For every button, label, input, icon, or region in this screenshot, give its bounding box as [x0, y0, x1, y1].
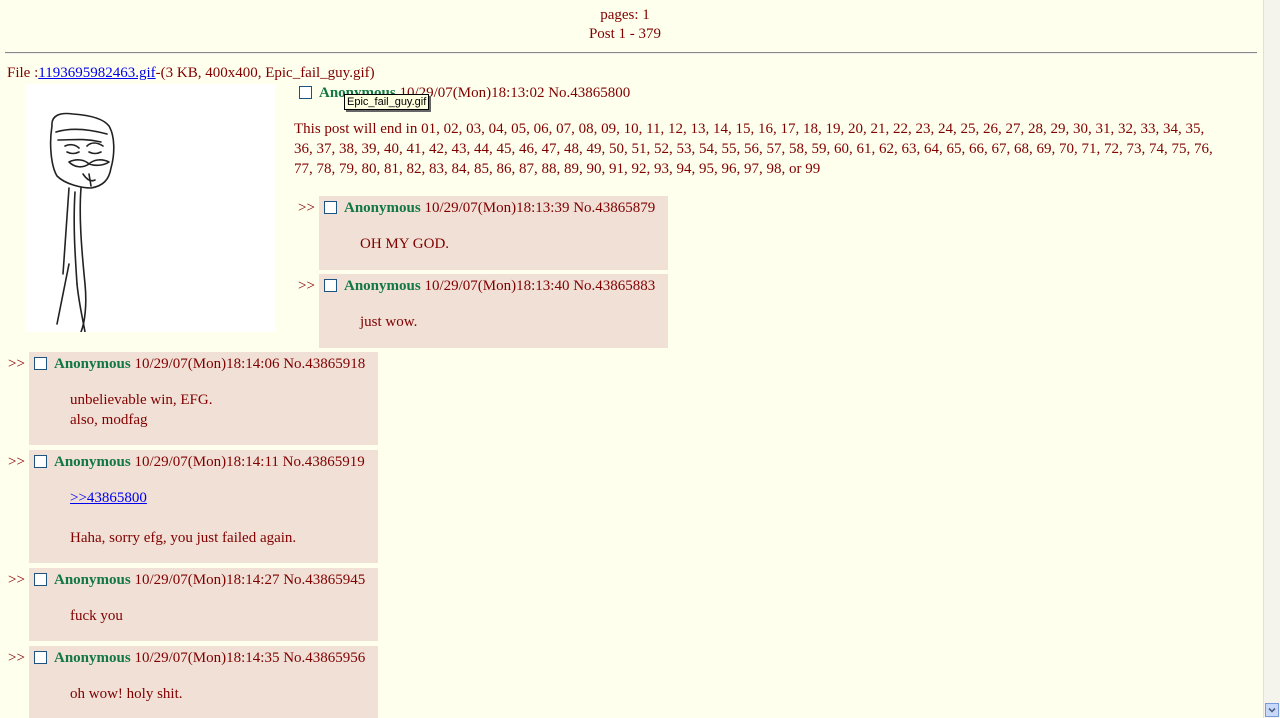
reply-datetime: 10/29/07(Mon)18:13:39 [424, 200, 570, 216]
reply-post-number[interactable]: No.43865919 [283, 454, 365, 470]
reply-checkbox[interactable] [34, 455, 47, 468]
reply-checkbox[interactable] [34, 651, 47, 664]
reply-post-number[interactable]: No.43865879 [573, 200, 655, 216]
reply-name: Anonymous [54, 356, 131, 372]
reply-post: Anonymous 10/29/07(Mon)18:14:11 No.43865… [29, 450, 378, 563]
posts-range: Post 1 - 379 [588, 26, 662, 42]
reply-post-number[interactable]: No.43865918 [283, 356, 365, 372]
reply-header: Anonymous 10/29/07(Mon)18:13:39 No.43865… [344, 199, 655, 217]
vertical-scrollbar[interactable] [1263, 0, 1280, 718]
reply-post: Anonymous 10/29/07(Mon)18:14:27 No.43865… [29, 568, 378, 641]
reply-checkbox[interactable] [324, 279, 337, 292]
reply-message-line: unbelievable win, EFG. [70, 392, 213, 408]
reply-message-line: also, modfag [70, 412, 148, 428]
op-thumbnail[interactable] [25, 84, 275, 333]
reply-post: Anonymous 10/29/07(Mon)18:14:35 No.43865… [29, 646, 378, 718]
pages-count: pages: 1 [600, 7, 650, 23]
op-checkbox[interactable] [299, 86, 312, 99]
reply-header: Anonymous 10/29/07(Mon)18:14:35 No.43865… [54, 649, 365, 667]
reply-arrows: >> [8, 650, 25, 666]
reply-message: OH MY GOD. [360, 236, 450, 252]
reply-post: Anonymous 10/29/07(Mon)18:13:39 No.43865… [319, 196, 668, 270]
reply-message: fuck you [70, 608, 123, 624]
reply-post: Anonymous 10/29/07(Mon)18:13:40 No.43865… [319, 274, 668, 348]
reply-header: Anonymous 10/29/07(Mon)18:14:06 No.43865… [54, 355, 365, 373]
image-tooltip: Epic_fail_guy.gif [344, 94, 430, 110]
file-details: -(3 KB, 400x400, Epic_fail_guy.gif) [155, 65, 375, 81]
reply-message-line: Haha, sorry efg, you just failed again. [70, 530, 297, 546]
reply-message: unbelievable win, EFG. also, modfag [70, 390, 212, 430]
reply-name: Anonymous [344, 200, 421, 216]
epic-fail-guy-drawing [49, 112, 115, 333]
reply-message: oh wow! holy shit. [70, 686, 183, 702]
reply-datetime: 10/29/07(Mon)18:14:11 [134, 454, 279, 470]
reply-message: just wow. [360, 314, 418, 330]
scroll-down-button[interactable] [1265, 703, 1279, 717]
reply-name: Anonymous [54, 650, 131, 666]
op-post-number[interactable]: No.43865800 [548, 85, 630, 101]
file-label: File : [7, 65, 39, 81]
reply-arrows: >> [8, 572, 25, 588]
reply-arrows: >> [8, 356, 25, 372]
reply-arrows: >> [298, 278, 315, 294]
reply-datetime: 10/29/07(Mon)18:14:27 [134, 572, 280, 588]
op-file-info: File :1193695982463.gif-(3 KB, 400x400, … [7, 64, 375, 82]
reply-checkbox[interactable] [324, 201, 337, 214]
reply-post-number[interactable]: No.43865956 [283, 650, 365, 666]
reply-header: Anonymous 10/29/07(Mon)18:14:27 No.43865… [54, 571, 365, 589]
reply-arrows: >> [298, 200, 315, 216]
reply-post-number[interactable]: No.43865883 [573, 278, 655, 294]
quote-link[interactable]: >>43865800 [70, 490, 147, 506]
chevron-down-icon [1268, 707, 1276, 713]
reply-post: Anonymous 10/29/07(Mon)18:14:06 No.43865… [29, 352, 378, 445]
file-link[interactable]: 1193695982463.gif [38, 65, 155, 81]
thread-page: pages: 1 Post 1 - 379 File :119369598246… [0, 0, 1264, 718]
reply-message: >>43865800 Haha, sorry efg, you just fai… [70, 488, 296, 548]
op-message: This post will end in 01, 02, 03, 04, 05… [294, 121, 1213, 177]
reply-header: Anonymous 10/29/07(Mon)18:13:40 No.43865… [344, 277, 655, 295]
reply-datetime: 10/29/07(Mon)18:14:35 [134, 650, 280, 666]
reply-name: Anonymous [54, 572, 131, 588]
reply-name: Anonymous [344, 278, 421, 294]
reply-header: Anonymous 10/29/07(Mon)18:14:11 No.43865… [54, 453, 365, 471]
reply-name: Anonymous [54, 454, 131, 470]
reply-datetime: 10/29/07(Mon)18:13:40 [424, 278, 570, 294]
reply-checkbox[interactable] [34, 357, 47, 370]
divider [5, 52, 1257, 54]
reply-post-number[interactable]: No.43865945 [283, 572, 365, 588]
reply-checkbox[interactable] [34, 573, 47, 586]
reply-arrows: >> [8, 454, 25, 470]
reply-datetime: 10/29/07(Mon)18:14:06 [134, 356, 280, 372]
page-header: pages: 1 Post 1 - 379 [0, 6, 1250, 44]
